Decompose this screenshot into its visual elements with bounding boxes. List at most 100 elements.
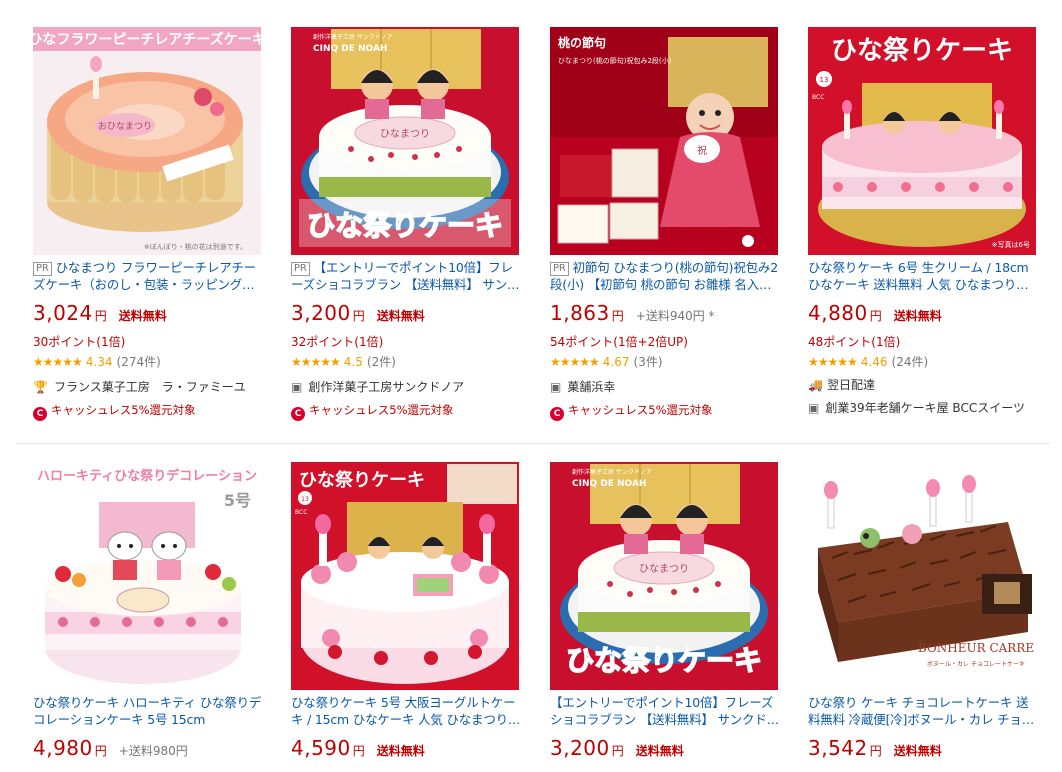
product-image-fraise-chocolat-2[interactable]: 創作洋菓子工房 サンクドノア CINQ DE NOAH ひなまつり ひな祭りケー… — [550, 462, 778, 690]
svg-text:13: 13 — [301, 496, 309, 503]
free-shipping-label: 送料無料 — [376, 309, 425, 323]
product-image-yogurt-cake[interactable]: ひな祭りケーキ 13 BCC — [291, 462, 519, 690]
product-title-link[interactable]: ひな祭りケーキ ハローキティ ひな祭りデコレーションケーキ 5号 15cm — [33, 694, 263, 728]
product-title-link[interactable]: ひな祭りケーキ 6号 生クリーム / 18cm ひなケーキ 送料無料 人気 ひな… — [808, 259, 1038, 293]
banner-text: 桃の節句 — [558, 35, 606, 50]
store-icon: ▣ — [808, 401, 820, 415]
free-shipping-label: 送料無料 — [893, 309, 942, 323]
product-title-link[interactable]: PR 初節句 ひなまつり(桃の節句)祝包み2段(小) 【初節句 桃の節句 お雛様 … — [550, 259, 780, 293]
rating-score: 4.34 — [85, 355, 113, 369]
price-row: 3,200 円送料無料 — [550, 736, 780, 762]
store-icon: ▣ — [291, 380, 303, 394]
bcc-badge: BCC — [295, 509, 307, 516]
yen-label: 円 — [869, 309, 882, 323]
shop-link[interactable]: ▣ 創作洋菓子工房サンクドノア — [291, 378, 521, 395]
banner-subtext: ひなまつり(桃の節句)祝包み2段(小) — [558, 56, 672, 65]
star-rating-icon: ★★★★★ — [291, 355, 341, 369]
pr-badge: PR — [291, 262, 310, 276]
svg-text:ボヌール・カレ チョコレートケーキ: ボヌール・カレ チョコレートケーキ — [927, 660, 1025, 668]
brand-text: CINQ DE NOAH — [313, 44, 387, 54]
rating-score: 4.5 — [343, 355, 363, 369]
product-title-text: ひな祭りケーキ 5号 大阪ヨーグルトケーキ / 15cm ひなケーキ 人気 ひな… — [291, 695, 521, 727]
yen-label: 円 — [94, 309, 107, 323]
product-image-hina-cake-6[interactable]: ひな祭りケーキ 13 BCC ※写真は6号 — [808, 27, 1036, 255]
product-image-peach-cheesecake[interactable]: ひなフラワーピーチレアチーズケーキ おひなまつり ※ぼんぼり・桃の花は別途です。 — [33, 27, 261, 255]
svg-text:創作洋菓子工房 サンクドノア: 創作洋菓子工房 サンクドノア — [313, 33, 393, 41]
brand-text: CINQ DE NOAH — [572, 479, 646, 489]
pr-badge: PR — [550, 262, 569, 276]
price-row: 3,024 円送料無料 — [33, 301, 263, 327]
rating[interactable]: ★★★★★ 4.46 (24件) — [808, 353, 1038, 370]
yen-label: 円 — [352, 744, 365, 758]
svg-text:13: 13 — [820, 76, 829, 84]
shop-link[interactable]: 🏆 フランス菓子工房 ラ・ファミーユ — [33, 378, 263, 395]
rating[interactable]: ★★★★★ 4.5 (2件) — [291, 353, 521, 370]
product-title-link[interactable]: PR 【エントリーでポイント10倍】フレーズショコラブラン 【送料無料】 サン… — [291, 259, 521, 293]
image-caption: ※写真は6号 — [992, 240, 1030, 249]
cashless-text: キャッシュレス5%還元対象 — [568, 403, 713, 417]
shop-name: フランス菓子工房 ラ・ファミーユ — [53, 380, 246, 394]
points-label: 30ポイント(1倍) — [33, 335, 126, 349]
price: 3,200 — [291, 301, 351, 325]
product-title-link[interactable]: 【エントリーでポイント10倍】フレーズショコラブラン 【送料無料】 サンクド… — [550, 694, 780, 728]
cashless-label: C キャッシュレス5%還元対象 — [291, 402, 521, 421]
plaque-text: ひなまつり — [639, 563, 689, 575]
product-title-link[interactable]: PR ひなまつり フラワーピーチレアチーズケーキ（おのし・包装・ラッピング… — [33, 259, 263, 293]
price-row: 4,590 円送料無料 — [291, 736, 521, 762]
cashless-c-icon: C — [550, 407, 564, 421]
review-count: (24件) — [891, 355, 929, 369]
yen-label: 円 — [869, 744, 882, 758]
rating[interactable]: ★★★★★ 4.67 (3件) — [550, 353, 780, 370]
product-image-bonheur-carre[interactable]: BONHEUR CARRE ボヌール・カレ チョコレートケーキ — [808, 462, 1036, 690]
product-image-fraise-chocolat[interactable]: 創作洋菓子工房 サンクドノア CINQ DE NOAH ひなまつり ひな祭りケー… — [291, 27, 519, 255]
product-grid: ひなフラワーピーチレアチーズケーキ おひなまつり ※ぼんぼり・桃の花は別途です。… — [0, 0, 1062, 772]
product-title-text: ひな祭り ケーキ チョコレートケーキ 送料無料 冷蔵便[冷]ボヌール・カレ チョ… — [808, 695, 1035, 727]
free-shipping-label: 送料無料 — [635, 744, 684, 758]
points-label: 32ポイント(1倍) — [291, 335, 384, 349]
image-caption: ※ぼんぼり・桃の花は別途です。 — [144, 242, 247, 251]
shop-name: 菓舗浜幸 — [567, 380, 616, 394]
cashless-c-icon: C — [291, 407, 305, 421]
shop-link[interactable]: ▣ 菓舗浜幸 — [550, 378, 780, 395]
shop-link[interactable]: ▣ 創業39年老舗ケーキ屋 BCCスイーツ — [808, 399, 1038, 416]
yen-label: 円 — [611, 309, 624, 323]
star-rating-icon: ★★★★★ — [808, 355, 858, 369]
free-shipping-label: 送料無料 — [118, 309, 167, 323]
plaque-text: ひなまつり — [380, 128, 430, 140]
banner-text: ひな祭りケーキ — [299, 469, 425, 491]
yen-label: 円 — [94, 744, 107, 758]
price-row: 4,980 円 +送料980円 — [33, 736, 263, 762]
svg-text:祝: 祝 — [697, 144, 707, 157]
yen-label: 円 — [611, 744, 624, 758]
points-label: 54ポイント(1倍+2倍UP) — [550, 335, 688, 349]
review-count: (2件) — [366, 355, 396, 369]
product-title-text: 初節句 ひなまつり(桃の節句)祝包み2段(小) 【初節句 桃の節句 お雛様 名入… — [550, 260, 778, 292]
truck-icon: 🚚 — [808, 378, 823, 392]
cashless-text: キャッシュレス5%還元対象 — [309, 403, 454, 417]
price: 3,542 — [808, 736, 868, 760]
shop-name: 創作洋菓子工房サンクドノア — [308, 380, 465, 394]
price: 3,024 — [33, 301, 93, 325]
price-row: 4,880 円送料無料 — [808, 301, 1038, 327]
price: 1,863 — [550, 301, 610, 325]
svg-text:創作洋菓子工房 サンクドノア: 創作洋菓子工房 サンクドノア — [572, 468, 652, 476]
banner-text: ハローキティひな祭りデコレーション — [37, 468, 257, 484]
star-rating-icon: ★★★★★ — [550, 355, 600, 369]
shop-name: 創業39年老舗ケーキ屋 BCCスイーツ — [825, 401, 1025, 415]
product-title-text: ひなまつり フラワーピーチレアチーズケーキ（おのし・包装・ラッピング… — [33, 260, 256, 292]
cashless-c-icon: C — [33, 407, 47, 421]
svg-text:おひなまつり: おひなまつり — [98, 121, 152, 132]
product-title-link[interactable]: ひな祭りケーキ 5号 大阪ヨーグルトケーキ / 15cm ひなケーキ 人気 ひな… — [291, 694, 521, 728]
review-count: (274件) — [116, 355, 161, 369]
product-title-text: ひな祭りケーキ 6号 生クリーム / 18cm ひなケーキ 送料無料 人気 ひな… — [808, 260, 1029, 292]
product-title-text: ひな祭りケーキ ハローキティ ひな祭りデコレーションケーキ 5号 15cm — [33, 695, 262, 727]
product-title-link[interactable]: ひな祭り ケーキ チョコレートケーキ 送料無料 冷蔵便[冷]ボヌール・カレ チョ… — [808, 694, 1038, 728]
rating[interactable]: ★★★★★ 4.34 (274件) — [33, 353, 263, 370]
yen-label: 円 — [352, 309, 365, 323]
product-image-hatsu-sekku[interactable]: 桃の節句 ひなまつり(桃の節句)祝包み2段(小) 祝 — [550, 27, 778, 255]
banner-text: ひな祭りケーキ — [831, 36, 1013, 66]
banner-text: ひな祭りケーキ — [307, 209, 503, 242]
brand-text: BONHEUR CARRE — [918, 641, 1034, 655]
price-row: 3,200 円送料無料 — [291, 301, 521, 327]
product-image-hello-kitty[interactable]: ハローキティひな祭りデコレーション 5号 — [33, 462, 261, 690]
